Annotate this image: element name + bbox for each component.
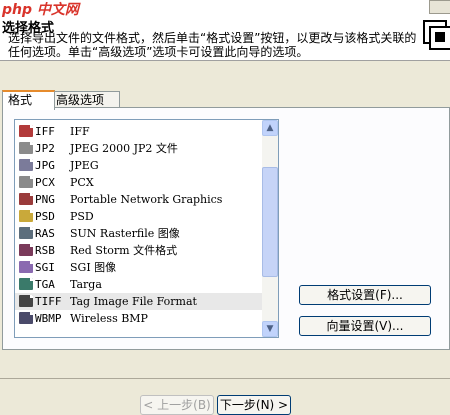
format-settings-button[interactable]: 格式设置(F)... (299, 285, 431, 305)
format-extension: RSB (35, 244, 55, 257)
format-extension: TIFF (35, 295, 62, 308)
file-format-icon (19, 142, 33, 154)
format-name: SGI 图像 (70, 261, 117, 274)
list-item[interactable]: PNG Portable Network Graphics (15, 191, 262, 208)
list-item[interactable]: PCX PCX (15, 174, 262, 191)
export-wizard-icon (423, 20, 450, 50)
file-format-icon (19, 193, 33, 205)
format-name: Wireless BMP (70, 312, 148, 325)
format-name: JPEG 2000 JP2 文件 (70, 142, 178, 155)
list-item[interactable]: PSD PSD (15, 208, 262, 225)
format-name: PSD (70, 210, 94, 223)
scroll-thumb[interactable] (262, 167, 278, 277)
format-extension: JPG (35, 159, 55, 172)
format-extension: PSD (35, 210, 55, 223)
file-format-icon (19, 227, 33, 239)
wizard-header: php 中文网 选择格式 选择导出文件的文件格式，然后单击“格式设置”按钮，以更… (0, 0, 450, 61)
list-item[interactable]: RAS SUN Rasterfile 图像 (15, 225, 262, 242)
file-format-icon (19, 244, 33, 256)
scroll-down-icon[interactable]: ▼ (262, 321, 278, 337)
format-name: Tag Image File Format (70, 295, 197, 308)
format-name: SUN Rasterfile 图像 (70, 227, 180, 240)
format-name: Red Storm 文件格式 (70, 244, 178, 257)
list-item[interactable]: TGA Targa (15, 276, 262, 293)
format-extension: PCX (35, 176, 55, 189)
tab-format[interactable]: 格式 (2, 90, 55, 110)
list-item[interactable]: JPG JPEG (15, 157, 262, 174)
file-format-icon (19, 261, 33, 273)
file-format-icon (19, 312, 33, 324)
format-name: JPEG (70, 159, 99, 172)
format-extension: RAS (35, 227, 55, 240)
file-format-icon (19, 210, 33, 222)
format-extension: JP2 (35, 142, 55, 155)
format-extension: SGI (35, 261, 55, 274)
next-button[interactable]: 下一步(N) > (217, 395, 291, 415)
list-item[interactable]: TIFF Tag Image File Format (15, 293, 262, 310)
list-item[interactable]: JP2 JPEG 2000 JP2 文件 (15, 140, 262, 157)
file-format-icon (19, 159, 33, 171)
format-list-scrollbar[interactable]: ▲ ▼ (262, 120, 278, 337)
vector-settings-button[interactable]: 向量设置(V)... (299, 316, 431, 336)
format-extension: TGA (35, 278, 55, 291)
tab-advanced[interactable]: 高级选项 (50, 91, 120, 108)
file-format-icon (19, 176, 33, 188)
file-format-icon (19, 125, 33, 137)
footer-divider (0, 378, 450, 379)
file-format-icon (19, 295, 33, 307)
file-format-icon (19, 278, 33, 290)
format-name: IFF (70, 125, 90, 138)
format-name: Targa (70, 278, 102, 291)
format-list[interactable]: IFF IFF JP2 JPEG 2000 JP2 文件 JPG JPEG PCX PCX PN… (14, 119, 279, 338)
list-item[interactable]: RSB Red Storm 文件格式 (15, 242, 262, 259)
list-item[interactable]: IFF IFF (15, 123, 262, 140)
header-corner-button[interactable] (429, 0, 450, 14)
list-item[interactable]: SGI SGI 图像 (15, 259, 262, 276)
format-name: PCX (70, 176, 94, 189)
list-item[interactable]: WBMP Wireless BMP (15, 310, 262, 327)
back-button[interactable]: < 上一步(B) (140, 395, 214, 415)
scroll-up-icon[interactable]: ▲ (262, 120, 278, 136)
format-extension: WBMP (35, 312, 62, 325)
format-extension: IFF (35, 125, 55, 138)
format-extension: PNG (35, 193, 55, 206)
page-description: 选择导出文件的文件格式，然后单击“格式设置”按钮，以更改与该格式关联的任何选项。… (8, 31, 417, 59)
format-name: Portable Network Graphics (70, 193, 223, 206)
